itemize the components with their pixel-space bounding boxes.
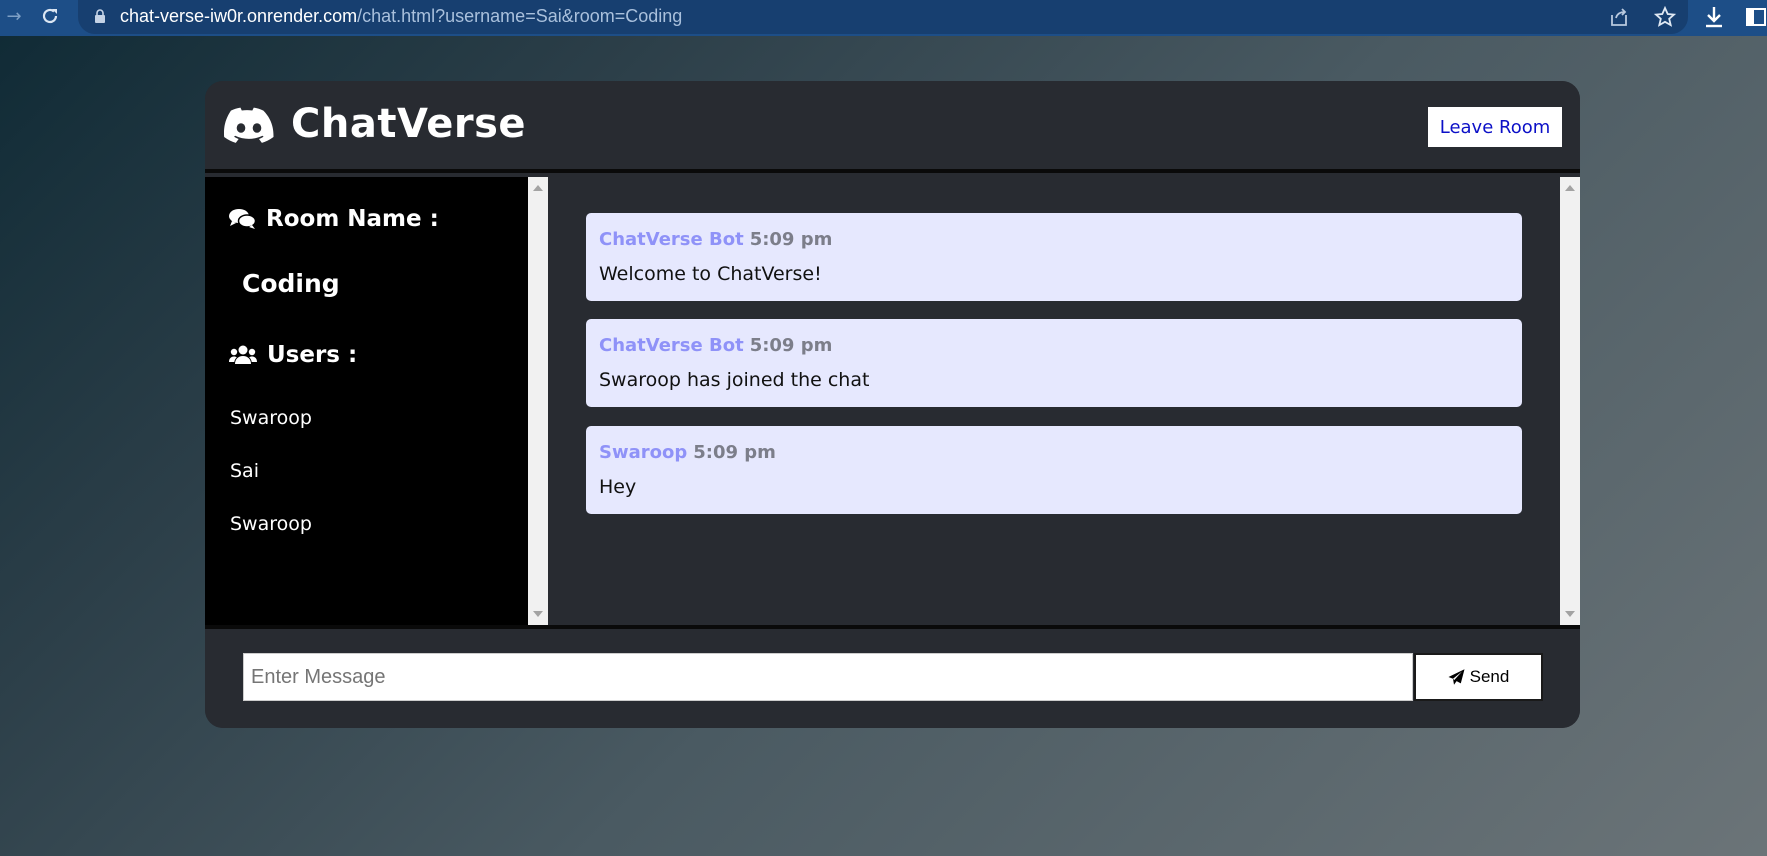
user-list-item: Sai xyxy=(230,460,259,482)
room-name-heading: Room Name : xyxy=(229,206,439,232)
users-label: Users : xyxy=(267,342,358,368)
send-button[interactable]: Send xyxy=(1414,653,1543,701)
scroll-down-arrow-icon[interactable] xyxy=(1565,611,1575,617)
address-bar[interactable]: chat-verse-iw0r.onrender.com/chat.html?u… xyxy=(78,0,1688,34)
users-icon xyxy=(229,345,257,364)
messages-scrollbar[interactable] xyxy=(1560,177,1580,625)
room-name-label: Room Name : xyxy=(266,206,439,232)
chat-bubbles-icon xyxy=(229,209,256,229)
url-host: chat-verse-iw0r.onrender.com xyxy=(120,6,358,26)
message-author: ChatVerse Bot xyxy=(599,229,744,250)
chat-message: ChatVerse Bot 5:09 pm Welcome to ChatVers… xyxy=(586,213,1522,301)
message-meta: ChatVerse Bot 5:09 pm xyxy=(599,335,832,356)
message-time: 5:09 pm xyxy=(749,335,833,356)
url-path: /chat.html?username=Sai&room=Coding xyxy=(357,6,683,26)
scroll-up-arrow-icon[interactable] xyxy=(533,185,543,191)
leave-room-button[interactable]: Leave Room xyxy=(1428,107,1562,147)
chat-app: ChatVerse Leave Room Room Name : Coding xyxy=(205,81,1580,728)
share-icon[interactable] xyxy=(1608,6,1630,28)
sidebar: Room Name : Coding Users : Swaroop Sai S… xyxy=(205,177,528,625)
lock-icon xyxy=(95,9,105,23)
side-panel-icon[interactable] xyxy=(1745,6,1767,28)
users-heading: Users : xyxy=(229,342,357,368)
chat-message: Swaroop 5:09 pm Hey xyxy=(586,426,1522,514)
message-time: 5:09 pm xyxy=(749,229,833,250)
forward-arrow-icon[interactable]: → xyxy=(2,4,26,28)
chat-message: ChatVerse Bot 5:09 pm Swaroop has joined … xyxy=(586,319,1522,407)
discord-icon xyxy=(224,107,274,143)
message-time: 5:09 pm xyxy=(693,442,776,463)
message-author: ChatVerse Bot xyxy=(599,335,744,356)
browser-toolbar: → chat-verse-iw0r.onrender.com/chat.html… xyxy=(0,0,1767,36)
brand-title: ChatVerse xyxy=(291,101,527,147)
scroll-down-arrow-icon[interactable] xyxy=(533,611,543,617)
message-text: Swaroop has joined the chat xyxy=(599,369,870,391)
message-meta: Swaroop 5:09 pm xyxy=(599,442,776,463)
sidebar-scrollbar[interactable] xyxy=(528,177,548,625)
url-text[interactable]: chat-verse-iw0r.onrender.com/chat.html?u… xyxy=(120,6,682,27)
message-meta: ChatVerse Bot 5:09 pm xyxy=(599,229,832,250)
message-text: Welcome to ChatVerse! xyxy=(599,263,822,285)
room-name-value: Coding xyxy=(242,269,340,298)
download-icon[interactable] xyxy=(1703,5,1725,29)
message-text: Hey xyxy=(599,476,637,498)
paper-plane-icon xyxy=(1448,669,1465,685)
composer: Send xyxy=(205,625,1580,728)
user-list-item: Swaroop xyxy=(230,513,312,535)
messages-panel: ChatVerse Bot 5:09 pm Welcome to ChatVers… xyxy=(548,177,1560,625)
app-header: ChatVerse Leave Room xyxy=(205,81,1580,173)
send-label: Send xyxy=(1469,667,1510,686)
reload-icon[interactable] xyxy=(38,4,62,28)
message-input[interactable] xyxy=(243,653,1413,701)
scroll-up-arrow-icon[interactable] xyxy=(1565,185,1575,191)
user-list-item: Swaroop xyxy=(230,407,312,429)
bookmark-star-icon[interactable] xyxy=(1654,6,1676,28)
message-author: Swaroop xyxy=(599,442,688,463)
user-list: Swaroop Sai Swaroop xyxy=(230,406,312,565)
